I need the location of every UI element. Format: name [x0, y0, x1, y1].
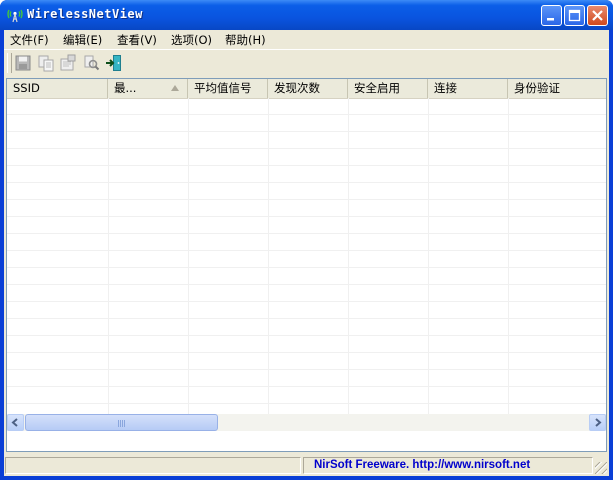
- toolbar-grip[interactable]: [7, 53, 12, 73]
- save-icon[interactable]: [14, 54, 32, 72]
- toolbar: [4, 50, 609, 76]
- menu-help[interactable]: 帮助(H): [225, 32, 266, 48]
- copy-icon[interactable]: [37, 54, 55, 72]
- grid-row-line: [7, 335, 606, 336]
- scroll-left-button[interactable]: [7, 414, 24, 431]
- grid-row-line: [7, 386, 606, 387]
- window-title: WirelessNetView: [27, 7, 143, 21]
- sort-ascending-icon: [171, 85, 179, 91]
- menu-file[interactable]: 文件(F): [10, 32, 49, 48]
- column-ssid[interactable]: SSID: [7, 79, 108, 98]
- grid-row-line: [7, 267, 606, 268]
- column-authentication[interactable]: 身份验证: [508, 79, 606, 98]
- grid-row-line: [7, 199, 606, 200]
- grid-row-line: [7, 165, 606, 166]
- grid-row-line: [7, 284, 606, 285]
- grid-column-line: [508, 98, 509, 414]
- menu-bar: 文件(F) 编辑(E) 查看(V) 选项(O) 帮助(H): [4, 30, 609, 49]
- minimize-button[interactable]: [541, 5, 562, 26]
- grid-row-line: [7, 250, 606, 251]
- grid-row-line: [7, 131, 606, 132]
- grid-row-line: [7, 318, 606, 319]
- scroll-left-icon: [11, 418, 18, 427]
- close-button[interactable]: [587, 5, 608, 26]
- grid-row-line: [7, 301, 606, 302]
- minimize-icon: [547, 18, 554, 21]
- wifi-antenna-icon: [6, 7, 24, 23]
- resize-grip[interactable]: [595, 462, 607, 474]
- title-bar[interactable]: WirelessNetView: [0, 0, 613, 30]
- maximize-button[interactable]: [564, 5, 585, 26]
- list-body[interactable]: [7, 98, 606, 414]
- grid-column-line: [428, 98, 429, 414]
- menu-view[interactable]: 查看(V): [117, 32, 157, 48]
- nirsoft-link[interactable]: NirSoft Freeware. http://www.nirsoft.net: [314, 459, 530, 471]
- maximize-icon: [568, 9, 581, 22]
- scroll-right-button[interactable]: [589, 414, 606, 431]
- menu-edit[interactable]: 编辑(E): [63, 32, 102, 48]
- scroll-right-icon: [595, 418, 602, 427]
- grid-row-line: [7, 216, 606, 217]
- grid-row-line: [7, 148, 606, 149]
- menu-options[interactable]: 选项(O): [171, 32, 212, 48]
- grid-row-line: [7, 369, 606, 370]
- grid-column-line: [188, 98, 189, 414]
- column-detection-count[interactable]: 发现次数: [268, 79, 348, 98]
- column-last-signal[interactable]: 最...: [108, 79, 188, 98]
- exit-icon[interactable]: [105, 54, 123, 72]
- grid-row-line: [7, 182, 606, 183]
- horizontal-scroll-thumb[interactable]: [25, 414, 218, 431]
- grid-row-line: [7, 352, 606, 353]
- grid-column-line: [348, 98, 349, 414]
- app-window: WirelessNetView 文件(F) 编辑(E) 查看(V) 选项(O) …: [0, 0, 613, 480]
- column-connectable[interactable]: 连接: [428, 79, 508, 98]
- list-header: SSID 最... 平均值信号 发现次数 安全启用 连接 身份验证: [7, 79, 606, 99]
- status-pane-count: [5, 457, 301, 474]
- status-pane-credits: NirSoft Freeware. http://www.nirsoft.net: [303, 457, 593, 474]
- close-icon: [592, 10, 603, 21]
- column-security-enabled[interactable]: 安全启用: [348, 79, 428, 98]
- column-average-signal[interactable]: 平均值信号: [188, 79, 268, 98]
- grid-row-line: [7, 403, 606, 404]
- networks-list[interactable]: SSID 最... 平均值信号 发现次数 安全启用 连接 身份验证: [6, 78, 607, 452]
- grid-column-line: [268, 98, 269, 414]
- column-last-signal-label: 最...: [114, 81, 137, 95]
- status-bar: NirSoft Freeware. http://www.nirsoft.net: [4, 454, 609, 476]
- grid-row-line: [7, 233, 606, 234]
- grid-column-line: [108, 98, 109, 414]
- properties-icon[interactable]: [59, 54, 77, 72]
- client-area: 文件(F) 编辑(E) 查看(V) 选项(O) 帮助(H) SSID 最... …: [4, 30, 609, 476]
- grid-row-line: [7, 114, 606, 115]
- horizontal-scrollbar[interactable]: [7, 414, 606, 431]
- find-icon[interactable]: [82, 54, 100, 72]
